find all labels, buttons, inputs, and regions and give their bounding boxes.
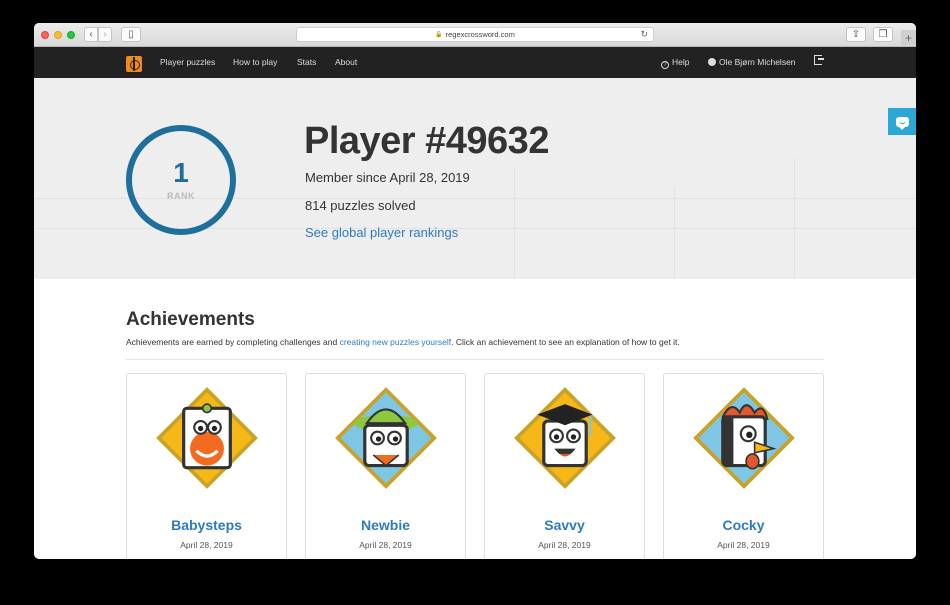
sidebar-icon: ▯	[128, 28, 134, 40]
cocky-badge-icon	[693, 387, 795, 489]
profile-hero: 1 RANK Player #49632 Member since April …	[34, 78, 916, 279]
global-rankings-link[interactable]: See global player rankings	[305, 225, 458, 240]
tabs-icon: ❐	[878, 28, 888, 40]
lock-icon: 🔒	[435, 32, 443, 38]
create-puzzles-link[interactable]: creating new puzzles yourself	[340, 337, 452, 347]
nav-help[interactable]: ? Help	[661, 57, 689, 69]
achievement-card-babysteps[interactable]: Babysteps April 28, 2019	[126, 373, 287, 559]
badge-character	[190, 431, 224, 466]
achievement-name: Savvy	[544, 517, 585, 533]
nav-how-to-play[interactable]: How to play	[233, 57, 277, 67]
facebook-icon	[708, 58, 716, 66]
divider	[126, 359, 824, 360]
share-button[interactable]: ⇪	[846, 27, 866, 42]
savvy-badge-icon	[514, 387, 616, 489]
chat-icon	[895, 116, 909, 130]
chevron-left-icon: ‹	[89, 28, 93, 40]
achievements-description-tail: . Click an achievement to see an explana…	[451, 337, 680, 347]
achievement-name: Cocky	[722, 517, 765, 533]
sidebar-toggle-button[interactable]: ▯	[121, 27, 141, 42]
address-bar[interactable]: 🔒 regexcrossword.com ↻	[296, 27, 654, 42]
member-since: Member since April 28, 2019	[305, 170, 470, 185]
background-grid-line	[674, 188, 675, 278]
achievement-name: Babysteps	[171, 517, 242, 533]
newbie-badge-icon	[335, 387, 437, 489]
rank-circle: 1 RANK	[126, 125, 236, 235]
nav-help-label: Help	[672, 57, 690, 67]
question-icon: ?	[661, 61, 669, 69]
puzzles-solved: 814 puzzles solved	[305, 198, 416, 213]
reload-icon[interactable]: ↻	[640, 29, 648, 40]
browser-window: ‹ › ▯ 🔒 regexcrossword.com ↻ ⇪ ❐ + Playe…	[34, 23, 916, 559]
chevron-right-icon: ›	[103, 28, 107, 40]
address-bar-url: regexcrossword.com	[445, 30, 515, 39]
achievement-date: April 28, 2019	[359, 540, 412, 550]
background-grid-line	[794, 158, 795, 278]
back-button[interactable]: ‹	[84, 27, 98, 42]
rank-number: 1	[173, 157, 189, 188]
achievement-name: Newbie	[360, 517, 410, 533]
achievements-description-text: Achievements are earned by completing ch…	[126, 337, 340, 347]
plus-icon: +	[904, 30, 912, 45]
share-icon: ⇪	[851, 28, 861, 40]
achievement-date: April 28, 2019	[538, 540, 591, 550]
nav-user-label: Ole Bjørn Michelsen	[719, 57, 796, 67]
rank-label: RANK	[167, 191, 195, 201]
page-title: Player #49632	[304, 120, 549, 162]
achievement-card-savvy[interactable]: Savvy April 28, 2019	[484, 373, 645, 559]
nav-user[interactable]: Ole Bjørn Michelsen	[708, 57, 796, 67]
logout-icon[interactable]	[814, 55, 824, 65]
achievements-description: Achievements are earned by completing ch…	[126, 337, 680, 347]
background-grid-line	[514, 168, 515, 278]
forward-button[interactable]: ›	[98, 27, 112, 42]
tab-overview-button[interactable]: ❐	[873, 27, 893, 42]
nav-stats[interactable]: Stats	[297, 57, 316, 67]
nav-player-puzzles[interactable]: Player puzzles	[160, 57, 215, 67]
chat-widget-button[interactable]	[888, 108, 916, 135]
babysteps-badge-icon	[156, 387, 258, 489]
nav-about[interactable]: About	[335, 57, 357, 67]
achievements-heading: Achievements	[126, 309, 255, 330]
close-window-button[interactable]	[41, 31, 49, 39]
achievement-card-newbie[interactable]: Newbie April 28, 2019	[305, 373, 466, 559]
minimize-window-button[interactable]	[54, 31, 62, 39]
achievement-card-cocky[interactable]: Cocky April 28, 2019	[663, 373, 824, 559]
new-tab-button[interactable]: +	[901, 30, 916, 45]
zoom-window-button[interactable]	[67, 31, 75, 39]
site-logo-icon[interactable]	[126, 56, 142, 72]
achievement-date: April 28, 2019	[180, 540, 233, 550]
achievement-date: April 28, 2019	[717, 540, 770, 550]
browser-toolbar: ‹ › ▯ 🔒 regexcrossword.com ↻ ⇪ ❐ +	[34, 23, 916, 47]
